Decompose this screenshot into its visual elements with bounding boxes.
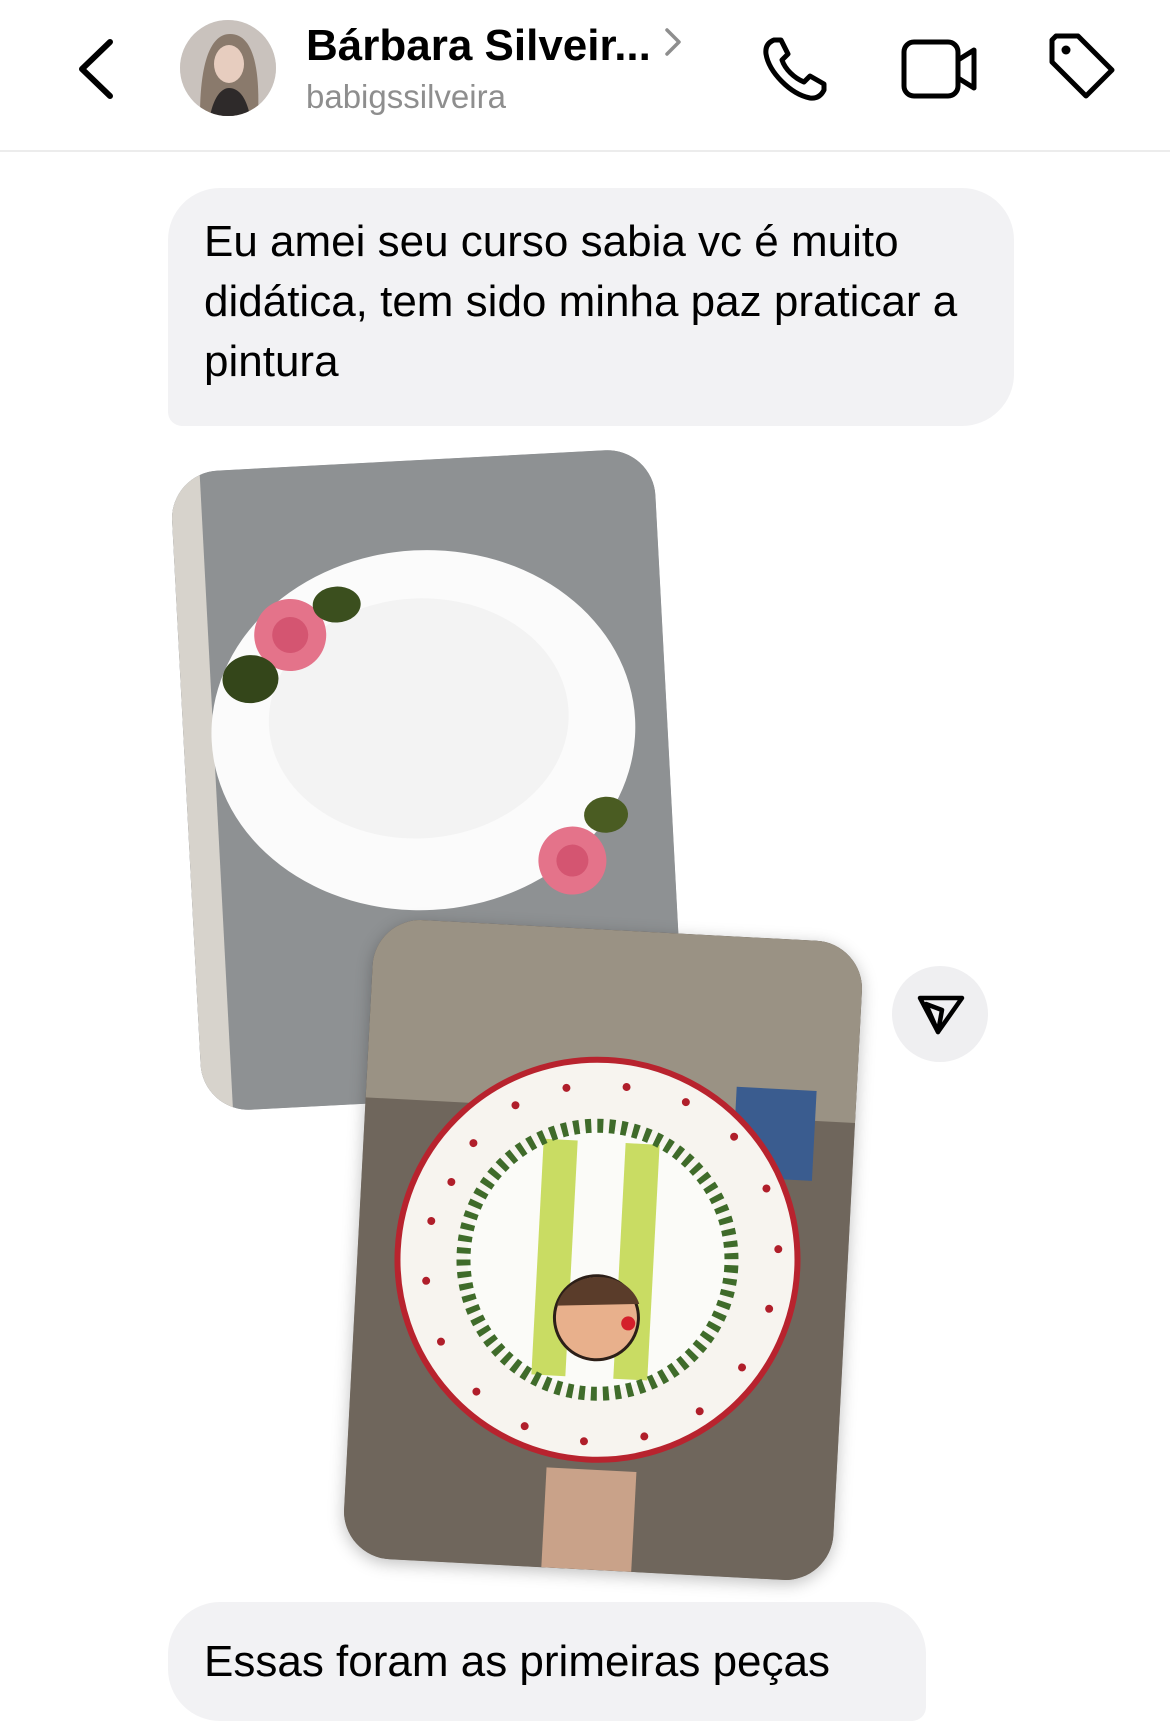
avatar-image <box>180 20 276 116</box>
chevron-right-icon <box>663 26 683 63</box>
contact-info[interactable]: Bárbara Silveir... babigssilveira <box>306 18 746 118</box>
chevron-left-icon <box>79 39 113 99</box>
phone-icon <box>763 37 827 101</box>
video-camera-icon <box>901 39 977 99</box>
message-bubble[interactable]: Essas foram as primeiras peças <box>168 1602 926 1721</box>
share-button[interactable] <box>892 966 988 1062</box>
message-bubble[interactable]: Eu amei seu curso sabia vc é muito didát… <box>168 188 1014 426</box>
message-text: Essas foram as primeiras peças <box>204 1637 830 1686</box>
contact-name: Bárbara Silveir... <box>306 21 651 70</box>
back-button[interactable] <box>68 36 128 102</box>
tag-button[interactable] <box>1046 32 1118 104</box>
paper-plane-icon <box>917 995 965 1035</box>
tag-icon <box>1049 33 1115 99</box>
chat-header: Bárbara Silveir... babigssilveira <box>0 0 1170 152</box>
video-call-button[interactable] <box>900 34 980 104</box>
photo-message-reindeer-plate[interactable] <box>341 917 865 1583</box>
photo-plate-reindeer <box>341 917 865 1583</box>
avatar[interactable] <box>180 20 276 116</box>
call-button[interactable] <box>760 34 830 104</box>
username: babigssilveira <box>306 78 506 115</box>
message-text: Eu amei seu curso sabia vc é muito didát… <box>204 217 958 386</box>
